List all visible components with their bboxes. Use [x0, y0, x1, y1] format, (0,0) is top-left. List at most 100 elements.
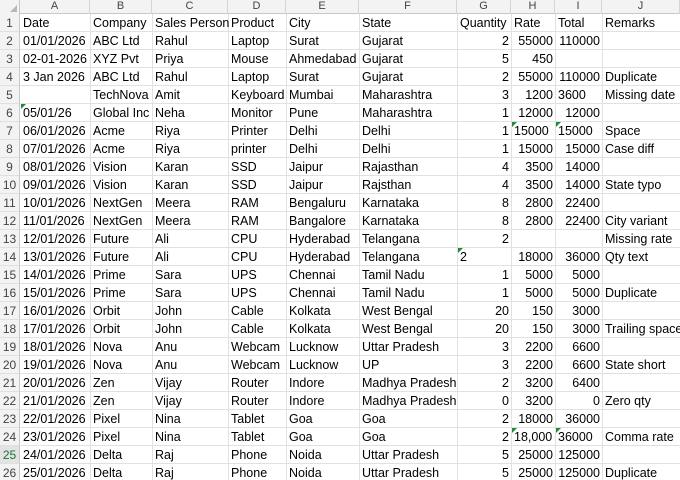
row-header[interactable]: 18: [0, 320, 20, 338]
table-cell[interactable]: ABC Ltd: [91, 68, 142, 86]
table-cell[interactable]: Indore: [287, 392, 326, 410]
table-cell[interactable]: 25000: [512, 464, 555, 480]
column-header-a[interactable]: A: [20, 0, 90, 14]
table-cell[interactable]: [21, 86, 25, 104]
table-cell[interactable]: 14000: [556, 158, 602, 176]
table-cell[interactable]: 3000: [556, 320, 602, 338]
table-cell[interactable]: Vision: [91, 176, 129, 194]
table-cell[interactable]: Router: [229, 374, 271, 392]
table-cell[interactable]: 25000: [512, 446, 555, 464]
table-cell[interactable]: Maharashtra: [360, 104, 434, 122]
table-cell[interactable]: Zen: [91, 374, 117, 392]
table-cell[interactable]: RAM: [229, 212, 261, 230]
table-cell[interactable]: 55000: [512, 32, 555, 50]
table-cell[interactable]: SSD: [229, 158, 259, 176]
table-cell[interactable]: 3500: [512, 176, 555, 194]
table-cell[interactable]: Neha: [153, 104, 187, 122]
table-cell[interactable]: Phone: [229, 446, 269, 464]
table-cell[interactable]: [603, 410, 607, 428]
table-cell[interactable]: Webcam: [229, 356, 282, 374]
error-indicator-icon[interactable]: [21, 104, 26, 109]
table-cell[interactable]: Bangalore: [287, 212, 348, 230]
table-cell[interactable]: Space: [603, 122, 642, 140]
row-header[interactable]: 1: [0, 14, 20, 32]
table-cell[interactable]: 24/01/2026: [21, 446, 88, 464]
table-cell[interactable]: 8: [458, 212, 511, 230]
table-cell[interactable]: 11/01/2026: [21, 212, 87, 230]
table-cell[interactable]: Kolkata: [287, 302, 333, 320]
row-header[interactable]: 14: [0, 248, 20, 266]
table-cell[interactable]: Sara: [153, 284, 183, 302]
table-cell[interactable]: 15000: [556, 122, 595, 140]
table-cell[interactable]: 12000: [512, 104, 555, 122]
table-cell[interactable]: 2: [458, 230, 511, 248]
table-cell[interactable]: 1: [458, 122, 511, 140]
table-cell[interactable]: [603, 338, 607, 356]
table-cell[interactable]: 02-01-2026: [21, 50, 89, 68]
table-cell[interactable]: Qty text: [603, 248, 650, 266]
table-cell[interactable]: Nina: [153, 428, 183, 446]
table-cell[interactable]: Nova: [91, 356, 124, 374]
table-cell[interactable]: Mumbai: [287, 86, 335, 104]
table-cell[interactable]: Trailing space: [603, 320, 680, 338]
table-cell[interactable]: Duplicate: [603, 284, 659, 302]
column-header-h[interactable]: H: [511, 0, 555, 14]
table-cell[interactable]: Webcam: [229, 338, 282, 356]
row-header[interactable]: 6: [0, 104, 20, 122]
table-cell[interactable]: West Bengal: [360, 302, 435, 320]
table-cell[interactable]: [603, 32, 607, 50]
table-cell[interactable]: 6600: [556, 338, 602, 356]
table-cell[interactable]: 3200: [512, 392, 555, 410]
table-cell[interactable]: 150: [512, 302, 555, 320]
table-cell[interactable]: Karnataka: [360, 212, 421, 230]
table-cell[interactable]: Noida: [287, 464, 324, 480]
table-cell[interactable]: Lucknow: [287, 338, 340, 356]
table-cell[interactable]: 3: [458, 356, 511, 374]
table-cell[interactable]: Priya: [153, 50, 185, 68]
table-cell[interactable]: Pixel: [91, 410, 122, 428]
error-indicator-icon[interactable]: [556, 428, 561, 433]
table-cell[interactable]: 12000: [556, 104, 602, 122]
table-cell[interactable]: Madhya Pradesh: [360, 374, 459, 392]
table-cell[interactable]: City variant: [603, 212, 670, 230]
table-cell[interactable]: [603, 266, 607, 284]
header-cell[interactable]: Product: [229, 14, 276, 32]
table-cell[interactable]: UP: [360, 356, 381, 374]
table-cell[interactable]: 18,000: [512, 428, 554, 446]
table-cell[interactable]: 10/01/2026: [21, 194, 88, 212]
row-header[interactable]: 8: [0, 140, 20, 158]
table-cell[interactable]: 21/01/2026: [21, 392, 88, 410]
table-cell[interactable]: [603, 194, 607, 212]
table-cell[interactable]: 15000: [556, 140, 602, 158]
table-cell[interactable]: Delhi: [360, 140, 393, 158]
table-cell[interactable]: 25/01/2026: [21, 464, 88, 480]
row-header[interactable]: 12: [0, 212, 20, 230]
header-cell[interactable]: Rate: [512, 14, 542, 32]
table-cell[interactable]: Tamil Nadu: [360, 284, 427, 302]
table-cell[interactable]: 06/01/2026: [21, 122, 88, 140]
table-cell[interactable]: XYZ Pvt: [91, 50, 141, 68]
table-cell[interactable]: 2: [458, 410, 511, 428]
column-header-f[interactable]: F: [359, 0, 457, 14]
table-cell[interactable]: 14/01/2026: [21, 266, 88, 284]
table-cell[interactable]: Kolkata: [287, 320, 333, 338]
table-cell[interactable]: 18000: [512, 248, 555, 266]
table-cell[interactable]: 18/01/2026: [21, 338, 88, 356]
table-cell[interactable]: UPS: [229, 284, 259, 302]
table-cell[interactable]: RAM: [229, 194, 261, 212]
table-cell[interactable]: Jaipur: [287, 176, 325, 194]
table-cell[interactable]: Monitor: [229, 104, 275, 122]
table-cell[interactable]: [603, 158, 607, 176]
table-cell[interactable]: 19/01/2026: [21, 356, 88, 374]
table-cell[interactable]: 8: [458, 194, 511, 212]
row-header[interactable]: 19: [0, 338, 20, 356]
table-cell[interactable]: Laptop: [229, 68, 271, 86]
table-cell[interactable]: 2800: [512, 194, 555, 212]
table-cell[interactable]: 3500: [512, 158, 555, 176]
table-cell[interactable]: 13/01/2026: [21, 248, 88, 266]
row-header[interactable]: 13: [0, 230, 20, 248]
table-cell[interactable]: 36000: [556, 428, 595, 446]
table-cell[interactable]: 3: [458, 338, 511, 356]
table-cell[interactable]: CPU: [229, 230, 259, 248]
table-cell[interactable]: Lucknow: [287, 356, 340, 374]
